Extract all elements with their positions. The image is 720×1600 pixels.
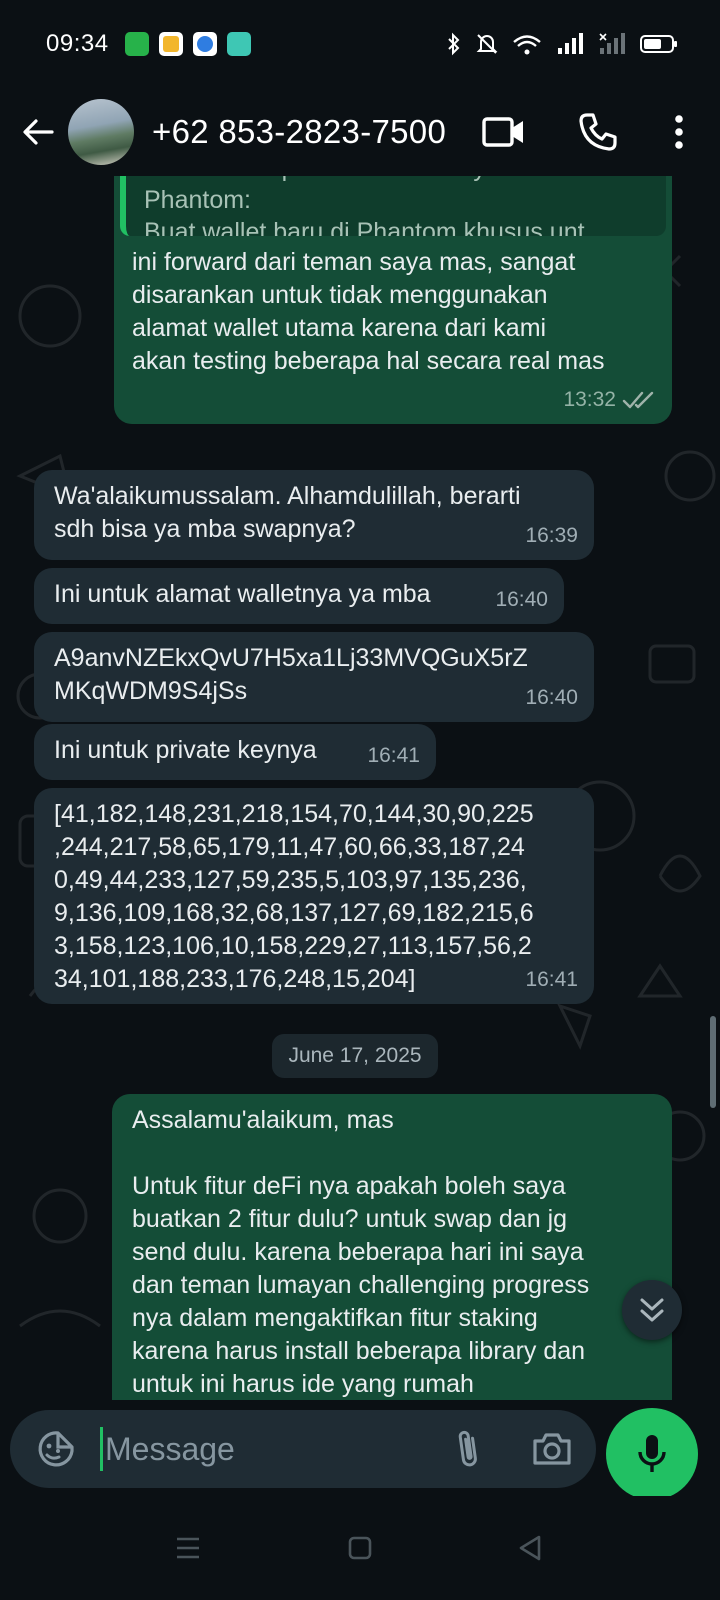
message-bubble-incoming[interactable]: A9anvNZEkxQvU7H5xa1Lj33MVQGuX5rZ MKqWDM9… — [34, 632, 594, 722]
more-options-icon — [675, 115, 683, 149]
more-options-button[interactable] — [664, 104, 694, 160]
quote-line: Cara Mendapatkan Secret Key dari — [144, 176, 648, 184]
message-meta: 16:40 — [525, 681, 578, 714]
text-cursor — [100, 1427, 103, 1471]
message-bubble-outgoing[interactable]: Assalamu'alaikum, mas Untuk fitur deFi n… — [112, 1094, 672, 1400]
message-time: 16:39 — [525, 524, 578, 547]
recent-apps-icon — [177, 1537, 199, 1559]
signal-sim2-icon — [599, 33, 625, 54]
home-button[interactable] — [338, 1526, 382, 1570]
message-text: Wa'alaikumussalam. Alhamdulillah, berart… — [54, 482, 521, 543]
back-button[interactable] — [8, 102, 68, 162]
message-bubble-incoming[interactable]: Wa'alaikumussalam. Alhamdulillah, berart… — [34, 470, 594, 560]
status-indicators — [446, 32, 677, 56]
wifi-icon — [513, 35, 541, 55]
paperclip-icon — [458, 1430, 477, 1467]
status-time: 09:34 — [46, 30, 109, 57]
message-time: 16:40 — [495, 588, 548, 611]
message-bubble-incoming[interactable]: [41,182,148,231,218,154,70,144,30,90,225… — [34, 788, 594, 1004]
attach-button[interactable] — [438, 1419, 498, 1479]
date-separator: June 17, 2025 — [272, 1034, 438, 1078]
message-bubble-incoming[interactable]: Ini untuk private keynya 16:41 — [34, 724, 436, 780]
home-icon — [348, 1536, 372, 1560]
message-input[interactable] — [105, 1430, 405, 1468]
message-text: ini forward dari teman saya mas, sangat … — [132, 248, 605, 375]
message-text: A9anvNZEkxQvU7H5xa1Lj33MVQGuX5rZ MKqWDM9… — [54, 644, 528, 705]
chat-header: +62 853-2823-7500 — [0, 88, 720, 176]
message-time: 16:40 — [525, 686, 578, 709]
back-icon — [519, 1535, 541, 1561]
voice-message-button[interactable] — [606, 1408, 698, 1500]
message-meta: 16:41 — [367, 739, 420, 772]
signal-icon — [558, 33, 583, 54]
battery-icon — [640, 35, 677, 53]
status-bar: 09:34 — [0, 0, 720, 88]
calculator-app-icon — [124, 32, 149, 56]
bluetooth-icon — [448, 32, 460, 56]
message-meta: 13:32 — [563, 383, 656, 416]
browser-app-icon — [192, 32, 217, 56]
message-text: Assalamu'alaikum, mas Untuk fitur deFi n… — [132, 1106, 590, 1398]
video-call-button[interactable] — [476, 104, 532, 160]
back-arrow-icon — [23, 119, 54, 145]
contact-avatar[interactable] — [68, 99, 134, 165]
quote-line: Phantom: — [144, 186, 252, 214]
sticker-smiley-icon — [38, 1431, 74, 1467]
scrollbar-thumb[interactable] — [710, 1016, 716, 1108]
contact-name[interactable]: +62 853-2823-7500 — [152, 113, 446, 151]
message-meta: 16:39 — [525, 519, 578, 552]
notes-app-icon — [158, 32, 183, 56]
message-text: Ini untuk alamat walletnya ya mba — [54, 580, 431, 608]
sticker-button[interactable] — [26, 1419, 86, 1479]
mute-bell-icon — [476, 34, 498, 54]
recent-apps-button[interactable] — [166, 1526, 210, 1570]
message-meta: 16:40 — [495, 583, 548, 616]
scroll-to-bottom-button[interactable] — [622, 1280, 682, 1340]
message-text: Ini untuk private keynya — [54, 736, 317, 764]
video-call-icon — [482, 117, 523, 147]
message-bubble-outgoing[interactable]: Cara Mendapatkan Secret Key dari Phantom… — [114, 176, 672, 424]
message-bubble-incoming[interactable]: Ini untuk alamat walletnya ya mba 16:40 — [34, 568, 564, 624]
microphone-icon — [638, 1435, 666, 1472]
message-input-container[interactable] — [10, 1410, 596, 1488]
message-text: [41,182,148,231,218,154,70,144,30,90,225… — [54, 800, 534, 993]
chat-messages-area[interactable]: Cara Mendapatkan Secret Key dari Phantom… — [0, 176, 720, 1400]
double-chevron-down-icon — [640, 1298, 664, 1322]
message-time: 16:41 — [367, 744, 420, 767]
message-composer — [0, 1400, 720, 1500]
assistant-app-icon — [226, 32, 251, 56]
camera-button[interactable] — [522, 1419, 582, 1479]
read-receipt-icon — [622, 391, 654, 408]
message-time: 13:32 — [563, 388, 616, 411]
message-meta: 16:41 — [525, 963, 578, 996]
system-back-button[interactable] — [508, 1526, 552, 1570]
quote-line: Buat wallet baru di Phantom khusus unt..… — [144, 218, 606, 236]
camera-icon — [533, 1433, 571, 1465]
voice-call-button[interactable] — [570, 104, 626, 160]
message-time: 16:41 — [525, 968, 578, 991]
system-navigation-bar — [0, 1496, 720, 1600]
quoted-forward-preview[interactable]: Cara Mendapatkan Secret Key dari Phantom… — [120, 176, 666, 236]
phone-call-icon — [579, 113, 617, 151]
status-app-icons — [124, 32, 251, 56]
